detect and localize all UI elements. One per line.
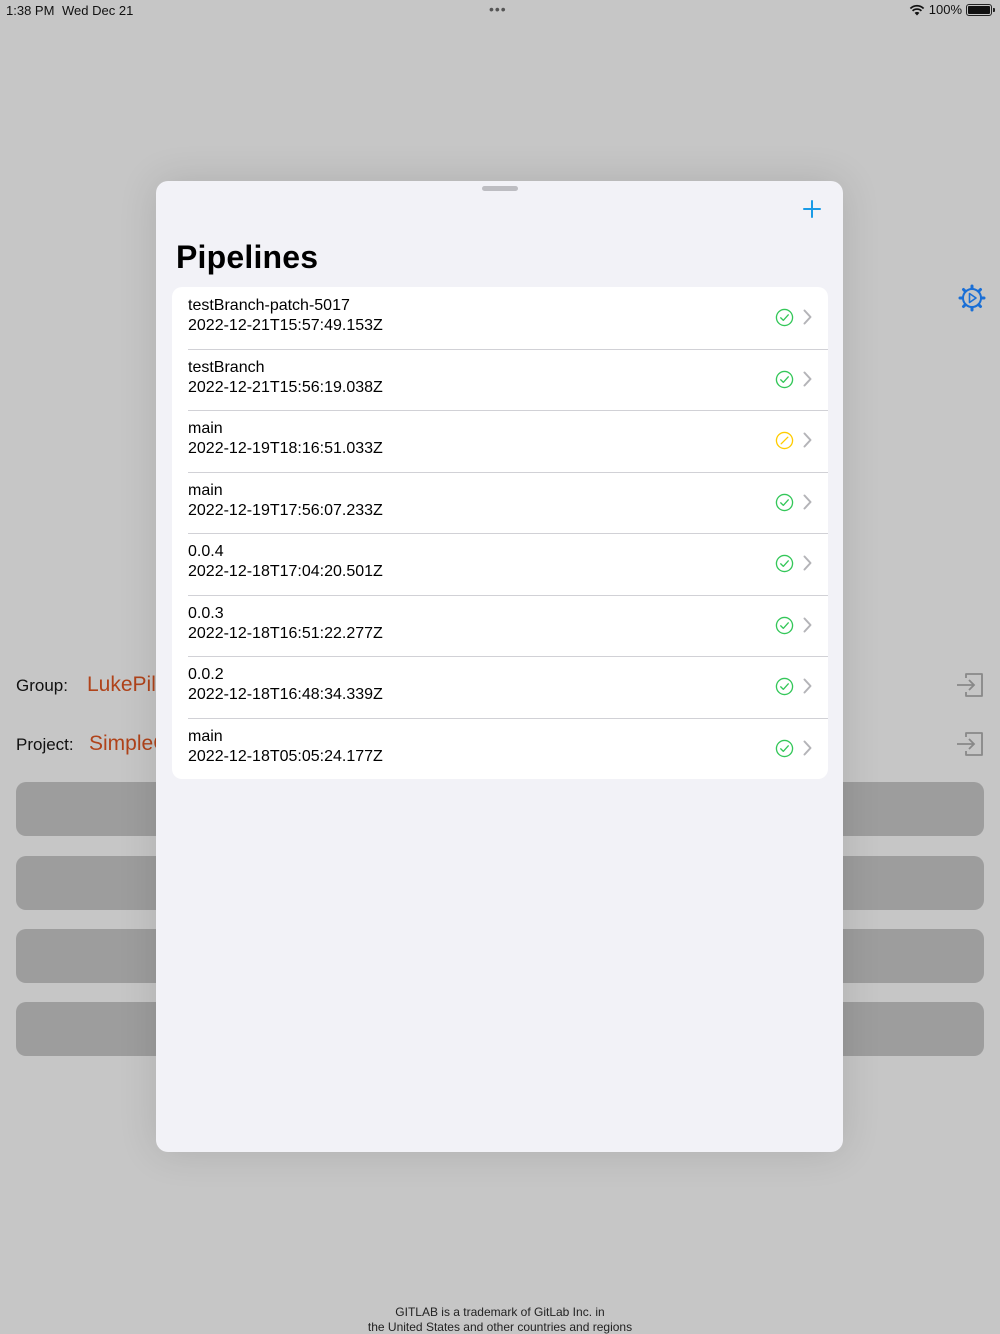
pipeline-date: 2022-12-21T15:56:19.038Z: [188, 378, 383, 396]
status-success-icon: [775, 554, 794, 573]
pipeline-date: 2022-12-18T16:51:22.277Z: [188, 624, 383, 642]
pipeline-row[interactable]: 0.0.2 2022-12-18T16:48:34.339Z: [172, 656, 828, 718]
pipeline-row[interactable]: 0.0.3 2022-12-18T16:51:22.277Z: [172, 594, 828, 657]
status-skipped-icon: [775, 431, 794, 450]
status-success-icon: [775, 616, 794, 634]
status-success-icon: [775, 677, 794, 696]
pipeline-branch: main: [188, 727, 223, 745]
sheet-grabber-handle[interactable]: [482, 186, 518, 191]
status-success-icon: [775, 493, 794, 511]
wifi-icon: [909, 4, 924, 15]
trademark-line-1: GITLAB is a trademark of GitLab Inc. in: [395, 1305, 605, 1319]
add-pipeline-plus-icon[interactable]: [800, 197, 824, 221]
project-label: Project:: [16, 735, 74, 754]
status-date: Wed Dec 21: [62, 3, 134, 18]
group-label: Group:: [16, 676, 68, 695]
status-bar: 1:38 PM Wed Dec 21 ••• 100%: [0, 0, 1000, 22]
chevron-right-icon: [803, 617, 812, 632]
group-value[interactable]: LukePill: [87, 673, 161, 697]
trademark-footer: GITLAB is a trademark of GitLab Inc. in …: [0, 1305, 1000, 1334]
project-login-icon[interactable]: [954, 728, 986, 760]
status-time: 1:38 PM: [6, 3, 55, 18]
pipeline-branch: main: [188, 481, 223, 499]
pipeline-list: testBranch-patch-5017 2022-12-21T15:57:49…: [172, 287, 828, 779]
pipeline-row[interactable]: 0.0.4 2022-12-18T17:04:20.501Z: [172, 533, 828, 595]
pipeline-date: 2022-12-21T15:57:49.153Z: [188, 317, 383, 334]
pipeline-date: 2022-12-19T17:56:07.233Z: [188, 501, 383, 519]
chevron-right-icon: [803, 309, 812, 325]
pipeline-branch: 0.0.2: [188, 666, 224, 683]
trademark-line-2: the United States and other countries an…: [367, 1320, 633, 1334]
pipeline-date: 2022-12-19T18:16:51.033Z: [188, 440, 383, 457]
settings-gear-icon[interactable]: [958, 284, 986, 312]
pipeline-row[interactable]: main 2022-12-19T18:16:51.033Z: [172, 410, 828, 472]
chevron-right-icon: [803, 678, 812, 694]
pipeline-branch: testBranch: [188, 358, 265, 376]
chevron-right-icon: [803, 432, 812, 448]
pipeline-branch: 0.0.3: [188, 604, 224, 622]
pipeline-branch: testBranch-patch-5017: [188, 297, 350, 314]
chevron-right-icon: [803, 740, 812, 755]
chevron-right-icon: [803, 555, 812, 571]
status-indicators: 100%: [909, 2, 995, 17]
pipeline-row[interactable]: main 2022-12-18T05:05:24.177Z: [172, 717, 828, 780]
pipeline-row[interactable]: testBranch 2022-12-21T15:56:19.038Z: [172, 348, 828, 411]
battery-icon: [966, 3, 995, 16]
chevron-right-icon: [803, 494, 812, 509]
status-success-icon: [775, 370, 794, 388]
pipeline-date: 2022-12-18T17:04:20.501Z: [188, 563, 383, 580]
pipeline-branch: main: [188, 420, 223, 437]
status-success-icon: [775, 739, 794, 757]
pipeline-branch: 0.0.4: [188, 543, 224, 560]
pipelines-sheet: Pipelines testBranch-patch-5017 2022-12-2…: [156, 181, 843, 1152]
status-success-icon: [775, 308, 794, 327]
pipeline-date: 2022-12-18T16:48:34.339Z: [188, 686, 383, 703]
pipeline-date: 2022-12-18T05:05:24.177Z: [188, 747, 383, 765]
multitasking-dots-icon[interactable]: •••: [489, 1, 507, 17]
pipeline-row[interactable]: main 2022-12-19T17:56:07.233Z: [172, 471, 828, 534]
pipeline-row[interactable]: testBranch-patch-5017 2022-12-21T15:57:49…: [172, 287, 828, 349]
battery-percent: 100%: [928, 2, 962, 17]
page-title: Pipelines: [176, 239, 319, 275]
chevron-right-icon: [803, 371, 812, 386]
group-login-icon[interactable]: [954, 669, 986, 701]
